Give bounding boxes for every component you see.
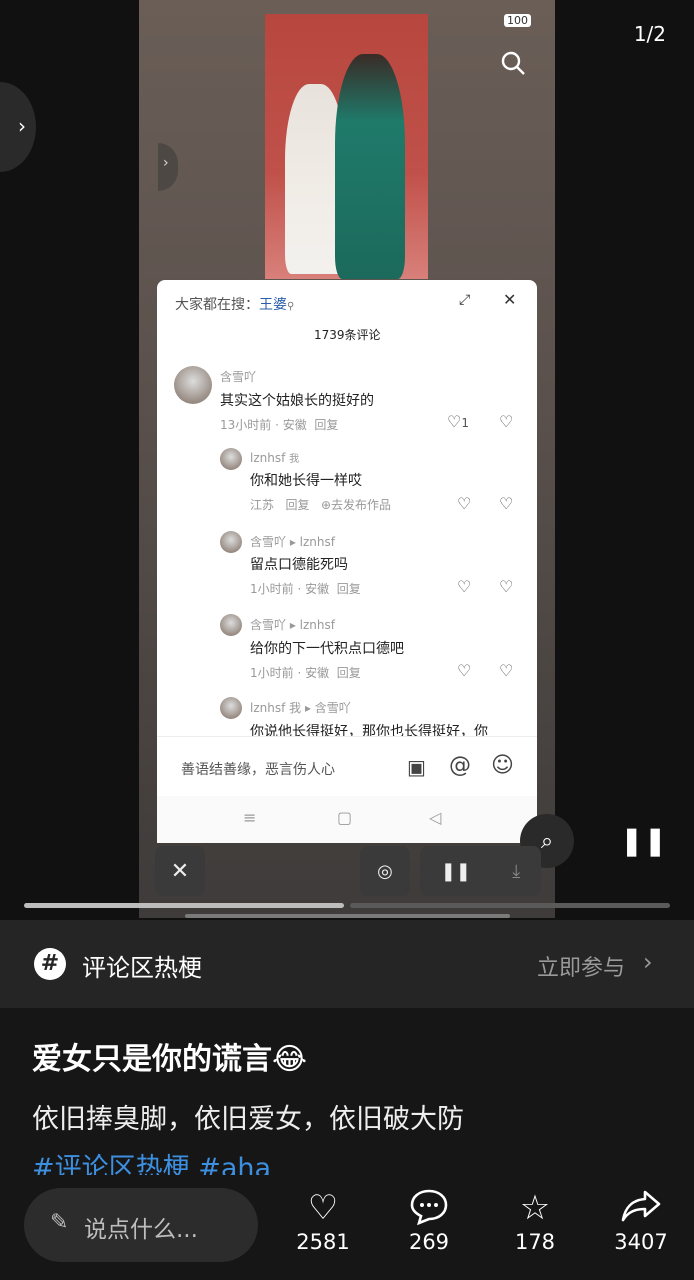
chevron-right-icon: › <box>18 114 26 138</box>
like-icon[interactable]: ♡ <box>457 577 471 596</box>
avatar[interactable] <box>220 697 242 719</box>
dislike-icon[interactable]: ♡ <box>499 412 513 431</box>
system-nav-bar: ≡ ▢ ◁ <box>157 796 537 843</box>
avatar[interactable] <box>220 531 242 553</box>
search-suggestion-link[interactable]: 王婆 <box>259 297 287 313</box>
page-counter: 1/2 <box>633 22 666 46</box>
heart-icon: ♡ <box>307 1188 339 1228</box>
reply-button[interactable]: 回复 <box>337 582 361 596</box>
image-indicator-active[interactable] <box>24 903 344 908</box>
playback-controls: ❚❚ ⤓ <box>420 846 541 896</box>
comment-count: 1739条评论 <box>314 328 381 342</box>
download-icon[interactable]: ⤓ <box>512 861 520 882</box>
back-nav-icon[interactable]: ◁ <box>429 808 441 827</box>
comment-meta: 1小时前 · 安徽 <box>250 666 330 680</box>
join-topic-button[interactable]: 立即参与 <box>537 950 625 982</box>
image-icon[interactable]: ▣ <box>407 755 426 779</box>
capture-icon[interactable]: ◎ <box>360 846 410 896</box>
avatar[interactable] <box>174 366 212 404</box>
mention-icon[interactable]: @ <box>449 753 471 778</box>
comment-user[interactable]: 含雪吖 ▸ lznhsf <box>250 533 335 550</box>
dislike-icon[interactable]: ♡ <box>499 494 513 513</box>
comment-placeholder: 说点什么... <box>84 1217 198 1243</box>
video-frame <box>265 14 428 279</box>
close-icon[interactable]: ✕ <box>503 290 516 309</box>
hashtag-icon: # <box>34 948 66 980</box>
avatar[interactable] <box>220 448 242 470</box>
search-icon[interactable] <box>500 50 526 82</box>
comment-meta: 1小时前 · 安徽 <box>250 582 330 596</box>
search-prefix: 大家都在搜： <box>175 297 259 313</box>
comment-panel: 大家都在搜：王婆⚲ ⤢ ✕ 1739条评论 含雪吖 其实这个姑娘长的挺好的 13… <box>157 280 537 843</box>
like-icon[interactable]: ♡1 <box>447 412 469 431</box>
dislike-icon[interactable]: ♡ <box>499 661 513 680</box>
comment-count: 269 <box>408 1230 450 1254</box>
comment-input-bar: 善语结善缘，恶言伤人心 ▣ @ ☺ <box>157 736 537 797</box>
close-button[interactable]: ✕ <box>155 846 205 896</box>
share-button[interactable]: 3407 <box>601 1186 681 1254</box>
pause-icon[interactable]: ❚❚ <box>620 824 667 857</box>
comment-input[interactable]: 善语结善缘，恶言伤人心 <box>181 759 335 779</box>
comment-user[interactable]: lznhsf 我 ▸ 含雪吖 <box>250 699 351 716</box>
battery-indicator: 100 <box>504 14 531 27</box>
favorite-button[interactable]: ☆ 178 <box>495 1186 575 1254</box>
comment-button[interactable]: 269 <box>389 1186 469 1254</box>
inner-progress <box>185 914 510 918</box>
emoji-icon[interactable]: ☺ <box>491 753 514 778</box>
pencil-icon: ✎ <box>50 1210 69 1235</box>
share-icon <box>601 1186 681 1230</box>
comment-meta: 13小时前 · 安徽 <box>220 418 307 432</box>
share-count: 3407 <box>614 1230 668 1254</box>
avatar[interactable] <box>220 614 242 636</box>
comment-text: 其实这个姑娘长的挺好的 <box>220 393 374 409</box>
comment-text: 给你的下一代积点口德吧 <box>250 641 404 657</box>
like-count: 2581 <box>296 1230 350 1254</box>
like-button[interactable]: ♡ 2581 <box>283 1186 363 1254</box>
comment-text: 留点口德能死吗 <box>250 557 348 573</box>
previous-arrow-button[interactable]: › <box>0 82 36 172</box>
comment-meta: 江苏 <box>250 498 275 512</box>
reply-button[interactable]: 回复 <box>285 498 309 512</box>
publish-work-button[interactable]: ⊕去发布作品 <box>321 498 391 512</box>
comment-user[interactable]: 含雪吖 <box>220 368 256 385</box>
expand-icon[interactable]: ⤢ <box>459 292 470 308</box>
post-title: 爱女只是你的谎言😂 <box>32 1042 308 1077</box>
comment-user[interactable]: lznhsf <box>250 451 285 465</box>
media-viewer[interactable]: 100 1/2 › › 大家都在搜：王婆⚲ ⤢ ✕ 1739条评论 含雪吖 其实… <box>0 0 694 920</box>
star-icon: ☆ <box>519 1188 551 1228</box>
like-icon[interactable]: ♡ <box>457 661 471 680</box>
chevron-right-icon: › <box>643 948 653 976</box>
home-nav-icon[interactable]: ▢ <box>337 808 352 827</box>
topic-label: 评论区热梗 <box>82 954 202 982</box>
reply-button[interactable]: 回复 <box>337 666 361 680</box>
like-icon[interactable]: ♡ <box>457 494 471 513</box>
comment-icon <box>389 1186 469 1230</box>
dislike-icon[interactable]: ♡ <box>499 577 513 596</box>
image-indicator[interactable] <box>350 903 670 908</box>
post-body: 依旧捧臭脚，依旧爱女，依旧破大防 <box>32 1104 464 1135</box>
comment-text: 你和她长得一样哎 <box>250 473 362 489</box>
comment-user[interactable]: 含雪吖 ▸ lznhsf <box>250 616 335 633</box>
favorite-count: 178 <box>514 1230 556 1254</box>
pause-button[interactable]: ❚❚ <box>441 861 471 882</box>
menu-nav-icon[interactable]: ≡ <box>243 808 256 827</box>
reply-button[interactable]: 回复 <box>314 418 338 432</box>
